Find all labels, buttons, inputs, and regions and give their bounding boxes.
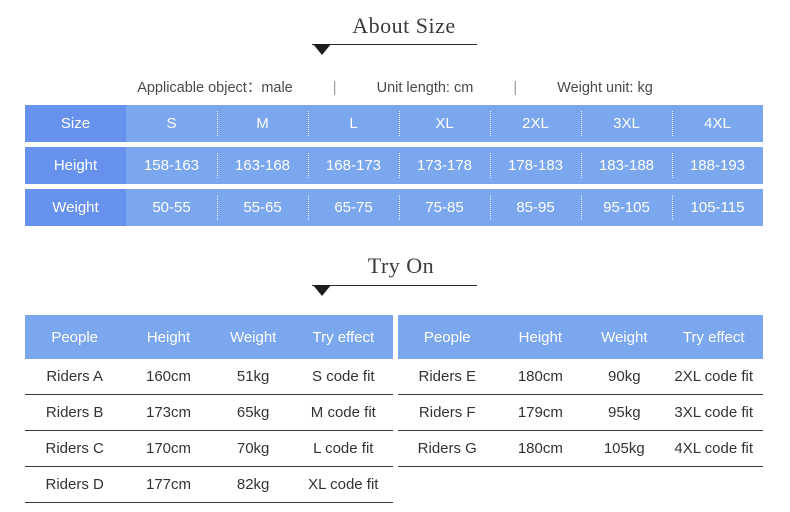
cell-weight: 70kg <box>212 430 294 467</box>
cell-weight: 51kg <box>212 359 294 395</box>
weight-cell-4xl: 105-115 <box>672 189 763 226</box>
cell-effect: L code fit <box>293 430 393 467</box>
size-row-values-height: 158-163 163-168 168-173 173-178 178-183 … <box>126 147 763 184</box>
cell-effect: 2XL code fit <box>664 359 763 395</box>
meta-separator-1: | <box>332 80 337 96</box>
size-table-row-size: Size S M L XL 2XL 3XL 4XL <box>25 105 763 142</box>
cell-people: Riders A <box>25 359 125 395</box>
cell-people: Riders F <box>398 394 497 431</box>
about-size-title-rule <box>312 44 477 45</box>
height-cell-s: 158-163 <box>143 157 200 174</box>
cell-weight: 90kg <box>584 359 665 395</box>
column-header-people: People <box>398 315 497 359</box>
column-header-weight: Weight <box>212 315 294 359</box>
size-table-row-height: Height 158-163 163-168 168-173 173-178 1… <box>25 147 763 184</box>
cell-weight: 65kg <box>212 394 294 431</box>
cell-weight: 105kg <box>584 430 665 467</box>
cell-effect: S code fit <box>293 359 393 395</box>
size-row-label-height: Height <box>25 147 126 184</box>
height-cell-2xl: 178-183 <box>490 147 581 184</box>
table-header-row: People Height Weight Try effect <box>398 315 763 359</box>
size-row-label-weight: Weight <box>25 189 126 226</box>
size-cell-2xl: 2XL <box>490 105 581 142</box>
cell-effect: XL code fit <box>293 466 393 503</box>
column-header-height: Height <box>496 315 585 359</box>
size-cell-xl: XL <box>399 105 490 142</box>
meta-unit-length: Unit length: cm <box>376 80 474 96</box>
height-cell-l: 168-173 <box>308 147 399 184</box>
meta-applicable-object: Applicable object：male <box>137 80 293 96</box>
about-size-section-title: About Size <box>0 12 790 40</box>
meta-weight-unit: Weight unit: kg <box>557 80 653 96</box>
weight-cell-s: 50-55 <box>152 199 191 216</box>
size-row-label-size: Size <box>25 105 126 142</box>
size-row-values-weight: 50-55 55-65 65-75 75-85 85-95 95-105 105… <box>126 189 763 226</box>
weight-cell-3xl: 95-105 <box>581 189 672 226</box>
caret-down-icon <box>313 285 331 296</box>
table-row: Riders G 180cm 105kg 4XL code fit <box>398 430 763 467</box>
cell-effect: 4XL code fit <box>664 430 763 467</box>
column-header-weight: Weight <box>584 315 665 359</box>
cell-weight: 95kg <box>584 394 665 431</box>
try-on-table-right: People Height Weight Try effect Riders E… <box>398 315 763 467</box>
height-cell-m: 163-168 <box>217 147 308 184</box>
cell-people: Riders E <box>398 359 497 395</box>
size-chart-table: Size S M L XL 2XL 3XL 4XL Height 158-163… <box>25 105 763 226</box>
size-cell-l: L <box>308 105 399 142</box>
size-cell-3xl: 3XL <box>581 105 672 142</box>
height-cell-3xl: 183-188 <box>581 147 672 184</box>
size-meta-row: Applicable object：male | Unit length: cm… <box>0 76 790 97</box>
try-on-title-rule <box>312 285 477 286</box>
cell-people: Riders C <box>25 430 125 467</box>
try-on-title-text: Try On <box>367 253 435 278</box>
size-cell-m: M <box>217 105 308 142</box>
column-header-try-effect: Try effect <box>664 315 763 359</box>
try-on-section-title: Try On <box>0 252 790 280</box>
about-size-title-text: About Size <box>352 13 456 38</box>
cell-height: 179cm <box>496 394 585 431</box>
weight-cell-l: 65-75 <box>308 189 399 226</box>
cell-people: Riders D <box>25 466 125 503</box>
weight-cell-xl: 75-85 <box>399 189 490 226</box>
cell-height: 180cm <box>496 430 585 467</box>
caret-down-icon <box>313 44 331 55</box>
cell-height: 180cm <box>496 359 585 395</box>
cell-effect: M code fit <box>293 394 393 431</box>
cell-weight: 82kg <box>212 466 294 503</box>
cell-effect: 3XL code fit <box>664 394 763 431</box>
cell-height: 160cm <box>124 359 213 395</box>
size-cell-4xl: 4XL <box>672 105 763 142</box>
size-row-values-size: S M L XL 2XL 3XL 4XL <box>126 105 763 142</box>
column-header-height: Height <box>124 315 213 359</box>
cell-people: Riders G <box>398 430 497 467</box>
cell-height: 177cm <box>124 466 213 503</box>
cell-height: 170cm <box>124 430 213 467</box>
column-header-try-effect: Try effect <box>293 315 393 359</box>
meta-separator-2: | <box>513 80 518 96</box>
height-cell-4xl: 188-193 <box>672 147 763 184</box>
table-row: Riders C 170cm 70kg L code fit <box>25 430 393 467</box>
table-row: Riders A 160cm 51kg S code fit <box>25 359 393 395</box>
table-row: Riders E 180cm 90kg 2XL code fit <box>398 359 763 395</box>
height-cell-xl: 173-178 <box>399 147 490 184</box>
table-header-row: People Height Weight Try effect <box>25 315 393 359</box>
weight-cell-m: 55-65 <box>217 189 308 226</box>
column-header-people: People <box>25 315 125 359</box>
weight-cell-2xl: 85-95 <box>490 189 581 226</box>
table-row: Riders B 173cm 65kg M code fit <box>25 394 393 431</box>
table-row: Riders D 177cm 82kg XL code fit <box>25 466 393 503</box>
try-on-table-left: People Height Weight Try effect Riders A… <box>25 315 393 503</box>
table-row: Riders F 179cm 95kg 3XL code fit <box>398 394 763 431</box>
cell-height: 173cm <box>124 394 213 431</box>
size-cell-s: S <box>166 115 177 132</box>
cell-people: Riders B <box>25 394 125 431</box>
size-table-row-weight: Weight 50-55 55-65 65-75 75-85 85-95 95-… <box>25 189 763 226</box>
